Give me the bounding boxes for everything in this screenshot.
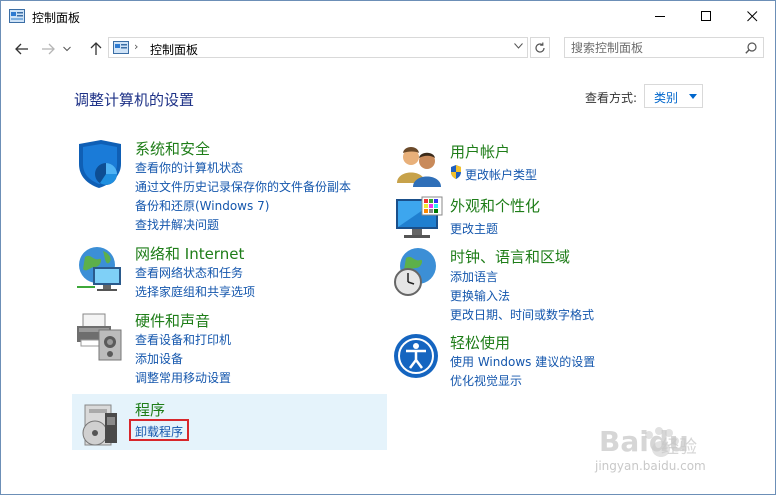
maximize-icon xyxy=(700,11,711,21)
view-by-value: 类别 xyxy=(654,91,679,105)
view-by-label: 查看方式: xyxy=(585,91,638,105)
link-optimize-visual-display[interactable]: 优化视觉显示 xyxy=(450,372,522,389)
caret-down-icon xyxy=(689,94,697,99)
category-title[interactable]: 外观和个性化 xyxy=(450,195,540,216)
arrow-up-icon xyxy=(90,42,102,55)
chevron-down-icon[interactable] xyxy=(514,43,523,49)
link-mobility-settings[interactable]: 调整常用移动设置 xyxy=(135,369,231,386)
close-icon xyxy=(746,11,757,22)
control-panel-window: 控制面板 › 控制面板 搜索控制面板 调整计算机的设置 查看方式: 类别 系统和… xyxy=(0,0,776,495)
network-globe-icon[interactable] xyxy=(75,243,127,295)
category-title[interactable]: 时钟、语言和区域 xyxy=(450,246,570,267)
refresh-icon xyxy=(535,42,545,53)
link-add-device[interactable]: 添加设备 xyxy=(135,350,183,367)
refresh-button[interactable] xyxy=(530,37,550,58)
forward-button[interactable] xyxy=(37,39,59,59)
link-add-language[interactable]: 添加语言 xyxy=(450,268,498,285)
link-devices-printers[interactable]: 查看设备和打印机 xyxy=(135,331,231,348)
minimize-button[interactable] xyxy=(637,1,683,32)
view-by-dropdown[interactable]: 类别 xyxy=(644,84,703,108)
link-file-history-backup[interactable]: 通过文件历史记录保存你的文件备份副本 xyxy=(135,178,351,195)
link-view-computer-status[interactable]: 查看你的计算机状态 xyxy=(135,159,243,176)
link-network-status[interactable]: 查看网络状态和任务 xyxy=(135,264,243,281)
category-title[interactable]: 程序 xyxy=(135,399,165,420)
category-title[interactable]: 轻松使用 xyxy=(450,332,510,353)
maximize-button[interactable] xyxy=(683,1,729,32)
address-bar[interactable]: › 控制面板 xyxy=(108,37,528,58)
uac-shield-icon xyxy=(451,165,461,179)
clock-globe-icon[interactable] xyxy=(394,246,446,298)
ease-of-access-icon[interactable] xyxy=(394,332,446,384)
page-title: 调整计算机的设置 xyxy=(74,91,195,109)
link-change-date-time-format[interactable]: 更改日期、时间或数字格式 xyxy=(450,306,594,323)
watermark-url: jingyan.baidu.com xyxy=(595,459,706,473)
arrow-left-icon xyxy=(15,43,28,55)
breadcrumb[interactable]: 控制面板 xyxy=(150,41,198,58)
highlight-box xyxy=(129,419,189,441)
link-windows-recommended-settings[interactable]: 使用 Windows 建议的设置 xyxy=(450,353,595,370)
search-box[interactable] xyxy=(564,37,764,58)
link-change-account-type[interactable]: 更改帐户类型 xyxy=(465,166,537,183)
link-change-input-method[interactable]: 更换输入法 xyxy=(450,287,510,304)
search-icon[interactable] xyxy=(745,42,757,54)
user-accounts-icon[interactable] xyxy=(394,141,446,193)
category-title[interactable]: 网络和 Internet xyxy=(135,243,244,264)
link-troubleshoot[interactable]: 查找并解决问题 xyxy=(135,216,219,233)
control-panel-icon xyxy=(9,9,25,23)
control-panel-icon xyxy=(113,41,129,54)
shield-icon[interactable] xyxy=(75,138,127,190)
appearance-monitor-icon[interactable] xyxy=(394,195,446,247)
category-title[interactable]: 系统和安全 xyxy=(135,138,210,159)
printer-icon[interactable] xyxy=(75,310,127,362)
up-button[interactable] xyxy=(85,39,107,59)
minimize-icon xyxy=(654,16,665,17)
back-button[interactable] xyxy=(11,39,33,59)
category-title[interactable]: 用户帐户 xyxy=(450,141,510,162)
link-homegroup-sharing[interactable]: 选择家庭组和共享选项 xyxy=(135,283,255,300)
category-title[interactable]: 硬件和声音 xyxy=(135,310,210,331)
programs-icon[interactable] xyxy=(75,399,127,451)
title-bar: 控制面板 xyxy=(1,1,775,33)
search-input[interactable] xyxy=(565,38,743,57)
chevron-down-icon xyxy=(63,46,71,52)
link-backup-restore[interactable]: 备份和还原(Windows 7) xyxy=(135,197,269,214)
recent-locations-button[interactable] xyxy=(59,39,75,59)
close-button[interactable] xyxy=(729,1,775,32)
watermark-subtitle: 经验 xyxy=(661,437,697,458)
breadcrumb-separator-icon[interactable]: › xyxy=(134,40,138,53)
window-title: 控制面板 xyxy=(32,11,81,25)
link-change-theme[interactable]: 更改主题 xyxy=(450,220,498,237)
arrow-right-icon xyxy=(42,43,55,55)
